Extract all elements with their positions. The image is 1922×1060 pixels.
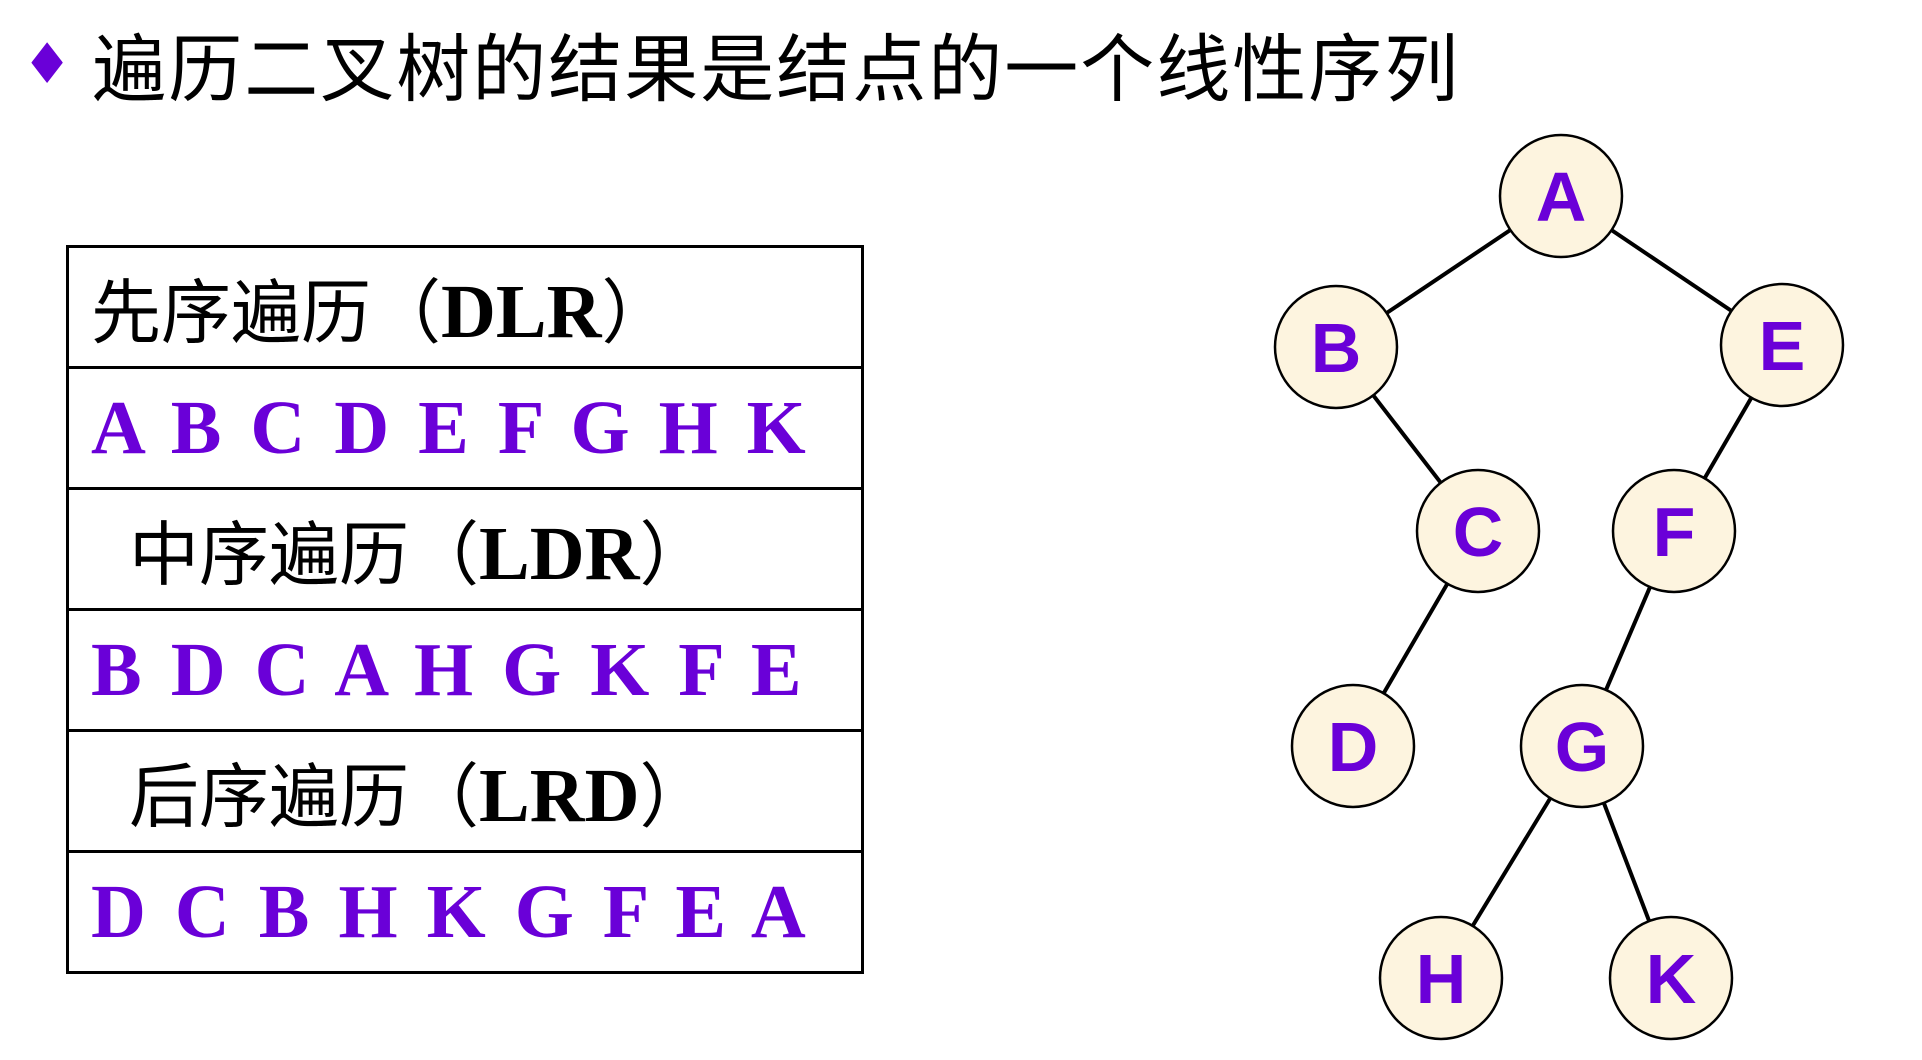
- tree-node-d: D: [1290, 683, 1416, 809]
- tree-node-label: D: [1328, 708, 1379, 786]
- tree-node-label: F: [1653, 493, 1696, 571]
- tree-edge-g-h: [1470, 797, 1553, 927]
- tree-node-a: A: [1498, 133, 1624, 259]
- tree-node-label: B: [1311, 309, 1362, 387]
- tree-edge-a-e: [1610, 228, 1733, 313]
- tree-node-f: F: [1611, 468, 1737, 594]
- tree-node-g: G: [1519, 683, 1645, 809]
- tree-node-e: E: [1719, 282, 1845, 408]
- tree-node-label: H: [1416, 940, 1467, 1018]
- tree-nodes: A B E C F D G H K: [1273, 133, 1845, 1041]
- tree-edge-g-k: [1601, 802, 1652, 922]
- tree-node-k: K: [1608, 915, 1734, 1041]
- binary-tree-diagram: A B E C F D G H K: [1273, 133, 1845, 1041]
- tree-edge-f-g: [1604, 586, 1652, 691]
- tree-node-label: C: [1453, 493, 1504, 571]
- tree-node-h: H: [1378, 915, 1504, 1041]
- tree-node-label: K: [1646, 940, 1697, 1018]
- tree-edge-e-f: [1702, 396, 1754, 480]
- tree-node-label: G: [1555, 708, 1609, 786]
- tree-node-label: E: [1759, 307, 1806, 385]
- tree-node-c: C: [1415, 468, 1541, 594]
- tree-edge-a-b: [1385, 228, 1512, 315]
- tree-node-label: A: [1536, 158, 1587, 236]
- tree-node-b: B: [1273, 284, 1399, 410]
- tree-edge-c-d: [1381, 582, 1450, 695]
- tree-edge-b-c: [1371, 394, 1443, 484]
